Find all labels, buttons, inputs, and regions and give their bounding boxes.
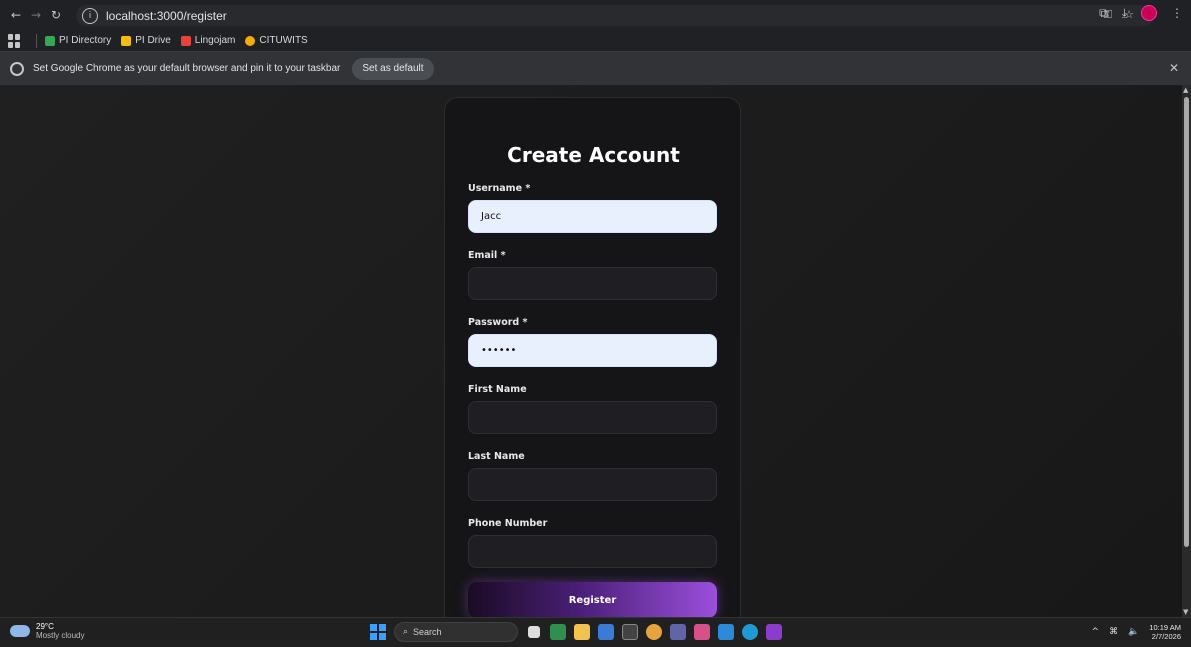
chevron-up-icon[interactable]: ^ xyxy=(1092,627,1100,637)
address-url: localhost:3000/register xyxy=(106,8,227,23)
store-icon[interactable] xyxy=(550,624,566,640)
password-input[interactable]: •••••• xyxy=(468,334,717,367)
weather-temp: 29°C xyxy=(36,622,54,631)
extensions-icon[interactable]: ⧉ xyxy=(1099,6,1108,21)
scroll-down-icon[interactable]: ▼ xyxy=(1183,608,1188,616)
terminal-icon[interactable] xyxy=(622,624,638,640)
scroll-up-icon[interactable]: ▲ xyxy=(1183,86,1188,94)
scroll-thumb[interactable] xyxy=(1184,97,1189,547)
lingojam-icon xyxy=(180,35,191,46)
profile-avatar[interactable] xyxy=(1141,5,1157,21)
bookmark-lingojam[interactable]: Lingojam xyxy=(180,35,236,46)
site-info-icon[interactable]: i xyxy=(82,7,98,24)
chrome-icon xyxy=(10,61,24,76)
taskbar-search[interactable]: ⌕ Search xyxy=(394,622,518,642)
weather-widget[interactable]: 29°C Mostly cloudy xyxy=(10,622,84,640)
cituwits-icon xyxy=(245,35,256,46)
network-icon[interactable]: ⌘ xyxy=(1109,627,1118,637)
vscode-icon[interactable] xyxy=(718,624,734,640)
close-icon[interactable]: ✕ xyxy=(1169,61,1179,75)
bookmarks-bar: PI Directory PI Drive Lingojam CITUWITS xyxy=(0,30,1191,52)
page-scrollbar[interactable]: ▲ ▼ xyxy=(1182,85,1191,617)
search-icon: ⌕ xyxy=(403,627,409,637)
menu-kebab-icon[interactable]: ⋮ xyxy=(1171,6,1183,20)
phone-number-input[interactable] xyxy=(468,535,717,568)
default-browser-infobar: Set Google Chrome as your default browse… xyxy=(0,52,1191,85)
page-viewport: Create Account Username * Jacc Email * P… xyxy=(0,85,1182,617)
app-icon[interactable] xyxy=(766,624,782,640)
infobar-message: Set Google Chrome as your default browse… xyxy=(33,63,341,74)
page-title: Create Account xyxy=(507,143,680,167)
bookmarks-separator xyxy=(36,33,37,48)
task-view-icon[interactable] xyxy=(528,626,540,638)
search-placeholder: Search xyxy=(413,627,442,637)
windows-start-icon[interactable] xyxy=(370,624,386,640)
cloud-icon xyxy=(10,625,30,637)
sheets-icon xyxy=(45,35,55,46)
bookmark-pi-drive[interactable]: PI Drive xyxy=(121,35,171,46)
back-icon[interactable]: ← xyxy=(6,5,26,25)
email-input[interactable] xyxy=(468,267,717,300)
clock-time: 10:19 AM xyxy=(1149,623,1181,632)
bookmark-label: PI Drive xyxy=(135,35,171,46)
download-icon[interactable]: ⤓ xyxy=(1122,6,1127,21)
bookmark-label: Lingojam xyxy=(194,35,236,46)
phone-number-label: Phone Number xyxy=(468,518,548,529)
teams-icon[interactable] xyxy=(670,624,686,640)
app-icon[interactable] xyxy=(694,624,710,640)
file-explorer-icon[interactable] xyxy=(574,624,590,640)
reload-icon[interactable]: ↻ xyxy=(46,5,66,25)
chrome-taskbar-icon[interactable] xyxy=(646,624,662,640)
browser-toolbar: ← → ↻ i localhost:3000/register ⚿ ☆ ⧉ ⤓ … xyxy=(0,0,1191,30)
first-name-label: First Name xyxy=(468,384,527,395)
register-button[interactable]: Register xyxy=(468,582,717,617)
last-name-input[interactable] xyxy=(468,468,717,501)
windows-taskbar: 29°C Mostly cloudy ⌕ Search ^ ⌘ 🔈 10:19 … xyxy=(0,617,1191,647)
bookmark-label: CITUWITS xyxy=(259,35,308,46)
app-icon[interactable] xyxy=(598,624,614,640)
email-label: Email * xyxy=(468,250,506,261)
set-default-button[interactable]: Set as default xyxy=(352,57,434,80)
apps-grid-icon[interactable] xyxy=(8,33,22,48)
clock-date: 2/7/2026 xyxy=(1151,632,1181,641)
last-name-label: Last Name xyxy=(468,451,525,462)
password-label: Password * xyxy=(468,317,528,328)
bookmark-label: PI Directory xyxy=(59,35,112,46)
username-input[interactable]: Jacc xyxy=(468,200,717,233)
volume-icon[interactable]: 🔈 xyxy=(1128,627,1139,637)
first-name-input[interactable] xyxy=(468,401,717,434)
bookmark-cituwits[interactable]: CITUWITS xyxy=(245,35,308,46)
system-clock[interactable]: 10:19 AM 2/7/2026 xyxy=(1149,623,1181,641)
app-icon[interactable] xyxy=(742,624,758,640)
bookmark-pi-directory[interactable]: PI Directory xyxy=(45,35,111,46)
drive-icon xyxy=(121,35,132,46)
username-label: Username * xyxy=(468,183,531,194)
weather-desc: Mostly cloudy xyxy=(36,631,85,640)
forward-icon[interactable]: → xyxy=(26,5,46,25)
address-bar[interactable]: i localhost:3000/register ⚿ ☆ xyxy=(76,5,1154,26)
register-card: Create Account Username * Jacc Email * P… xyxy=(444,97,741,617)
